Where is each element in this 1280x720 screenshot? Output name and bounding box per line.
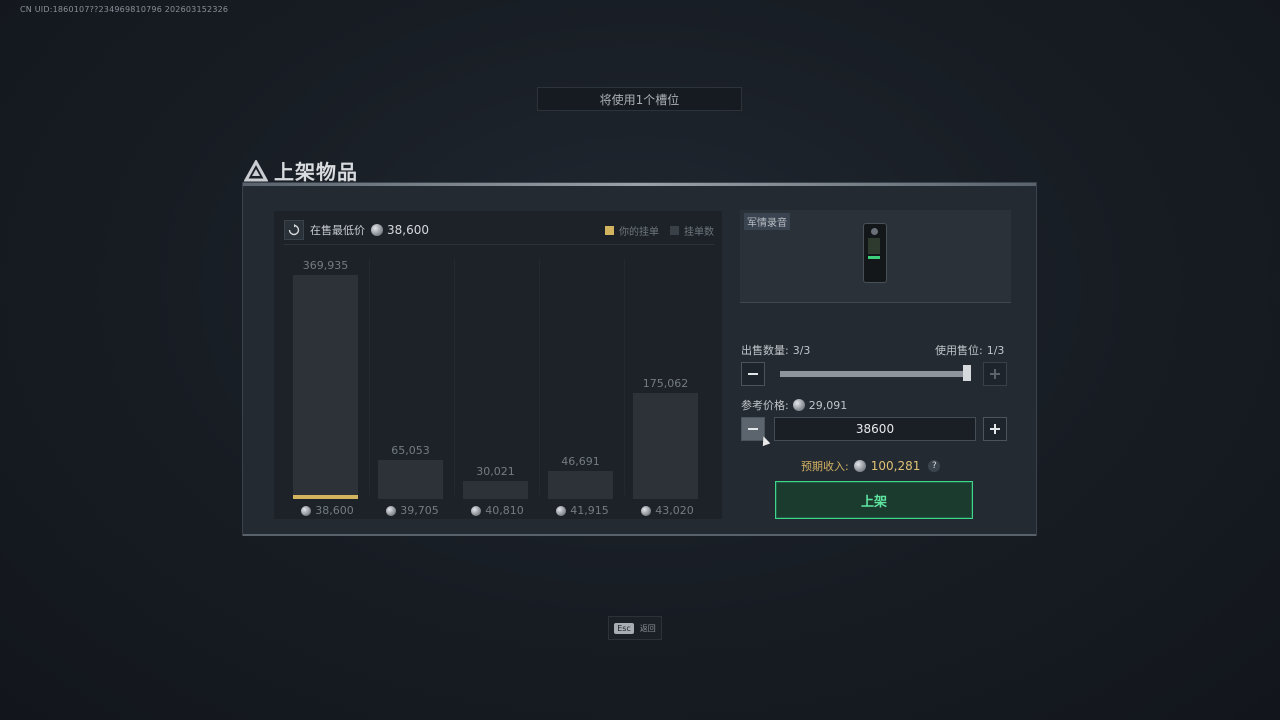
warning-triangle-icon <box>244 159 268 181</box>
recorder-knob <box>871 228 878 235</box>
slot-usage-banner: 将使用1个槽位 <box>537 87 742 111</box>
bar-value-label: 30,021 <box>476 465 515 478</box>
recorder-item-icon <box>863 223 887 283</box>
dialog-title-text: 上架物品 <box>274 160 358 184</box>
price-tick-text: 38,600 <box>315 504 354 517</box>
price-tick-label: 41,915 <box>540 504 625 517</box>
chart-legend: 你的挂单 挂单数 <box>605 223 714 238</box>
coin-icon <box>556 505 567 516</box>
price-tick-text: 39,705 <box>400 504 439 517</box>
bar-value-label: 369,935 <box>302 259 349 272</box>
listing-count-bar <box>378 460 443 499</box>
own-listing-marker <box>293 495 358 499</box>
bar-value-label: 46,691 <box>561 455 600 468</box>
coin-icon <box>371 224 383 236</box>
quantity-decrease-button[interactable] <box>741 362 765 386</box>
refresh-icon <box>288 224 300 236</box>
item-preview: 军情录音 <box>740 210 1011 303</box>
lowest-price-label: 在售最低价 <box>310 224 365 237</box>
quantity-slider-track[interactable] <box>780 371 968 377</box>
plus-icon <box>990 424 1000 434</box>
quantity-slider-thumb[interactable] <box>963 365 971 381</box>
sell-quantity-value: 3/3 <box>792 343 811 357</box>
reference-price-value: 29,091 <box>808 398 848 412</box>
back-label: 返回 <box>639 623 656 633</box>
legend-own-swatch <box>605 225 614 235</box>
slot-usage-label: 使用售位: <box>935 344 983 357</box>
dialog-bottom-border <box>243 534 1036 536</box>
uid-text: CN UID:1860107??234969810796 20260315232… <box>20 5 229 14</box>
legend-count-label: 挂单数 <box>684 226 714 238</box>
quantity-increase-button[interactable] <box>983 362 1007 386</box>
coin-icon <box>471 505 482 516</box>
price-tick-label: 39,705 <box>370 504 455 517</box>
sell-quantity-row: 出售数量: 3/3 <box>741 342 810 358</box>
listing-count-bar <box>463 481 528 499</box>
esc-key-badge: Esc <box>614 622 634 634</box>
lowest-price-value: 38,600 <box>387 223 429 237</box>
legend-count-swatch <box>670 225 679 235</box>
bar-column: 30,021 40,810 <box>455 251 540 519</box>
coin-icon <box>792 399 805 411</box>
bar-column: 175,062 43,020 <box>625 251 710 519</box>
list-item-dialog: 在售最低价 38,600 你的挂单 挂单数 369,935 38,600 65,05… <box>242 182 1037 536</box>
recorder-screen <box>868 238 880 254</box>
refresh-button[interactable] <box>284 220 304 240</box>
listing-count-bar <box>293 275 358 499</box>
price-tick-text: 43,020 <box>655 504 694 517</box>
coin-icon <box>301 505 312 516</box>
minus-icon <box>748 428 758 430</box>
price-input[interactable] <box>774 417 976 441</box>
dialog-title: 上架物品 <box>244 156 358 185</box>
minus-icon <box>748 373 758 375</box>
price-tick-label: 40,810 <box>455 504 540 517</box>
item-name-tag: 军情录音 <box>744 213 790 230</box>
bar-value-label: 65,053 <box>391 444 430 457</box>
bar-column: 369,935 38,600 <box>285 251 370 519</box>
reference-price-row: 参考价格: 29,091 <box>741 397 847 413</box>
help-icon[interactable]: ? <box>928 460 941 472</box>
recorder-led <box>868 256 880 259</box>
price-tick-label: 38,600 <box>285 504 370 517</box>
slot-usage-value: 1/3 <box>986 343 1005 357</box>
sell-quantity-label: 出售数量: <box>741 344 789 357</box>
chart-header: 在售最低价 38,600 你的挂单 挂单数 <box>284 216 714 245</box>
expected-income-row: 预期收入: 100,281 ? <box>801 458 941 474</box>
expected-income-value: 100,281 <box>870 459 921 473</box>
price-tick-text: 41,915 <box>570 504 609 517</box>
chart-plot-area: 369,935 38,600 65,053 39,705 30,021 40,810 46,… <box>274 251 722 519</box>
list-for-sale-button[interactable]: 上架 <box>775 481 973 519</box>
coin-icon <box>641 505 652 516</box>
price-tick-label: 43,020 <box>625 504 710 517</box>
bar-column: 46,691 41,915 <box>540 251 625 519</box>
plus-icon <box>990 369 1000 379</box>
bar-value-label: 175,062 <box>642 377 689 390</box>
reference-price-label: 参考价格: <box>741 399 789 412</box>
bar-column: 65,053 39,705 <box>370 251 455 519</box>
dialog-top-border <box>243 183 1036 186</box>
slot-usage-row: 使用售位: 1/3 <box>935 342 1004 358</box>
coin-icon <box>853 460 866 472</box>
price-distribution-chart: 在售最低价 38,600 你的挂单 挂单数 369,935 38,600 65,05… <box>274 211 722 519</box>
expected-income-label: 预期收入: <box>801 460 849 473</box>
price-increase-button[interactable] <box>983 417 1007 441</box>
esc-back-button[interactable]: Esc 返回 <box>608 616 662 640</box>
legend-own-label: 你的挂单 <box>619 226 659 238</box>
listing-count-bar <box>633 393 698 499</box>
listing-count-bar <box>548 471 613 499</box>
coin-icon <box>386 505 397 516</box>
price-tick-text: 40,810 <box>485 504 524 517</box>
